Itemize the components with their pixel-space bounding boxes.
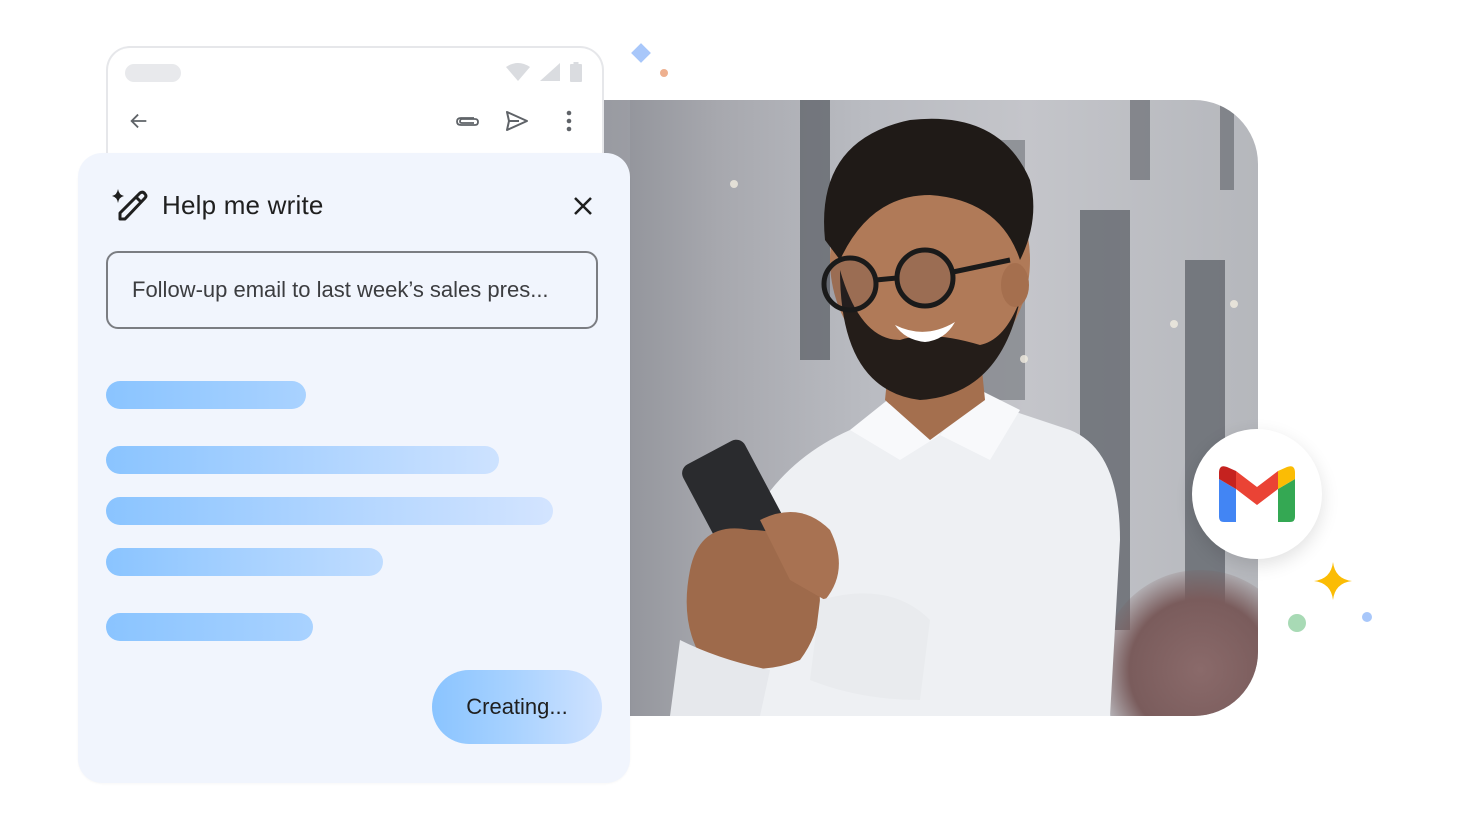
status-pill <box>125 64 181 82</box>
person-with-phone-illustration <box>670 118 1120 716</box>
dot-green <box>1288 614 1306 632</box>
dot-orange <box>660 69 668 77</box>
help-me-write-panel: Help me write Creating... <box>78 153 630 783</box>
gmail-logo-icon <box>1219 466 1295 522</box>
skeleton-line <box>106 381 306 409</box>
close-icon <box>574 197 592 215</box>
hero-photo <box>600 100 1258 716</box>
prompt-field[interactable] <box>106 251 598 329</box>
diamond-sparkle-icon <box>631 43 651 63</box>
gmail-badge <box>1192 429 1322 559</box>
four-point-star-icon <box>1314 562 1352 600</box>
panel-header: Help me write <box>110 187 600 223</box>
compose-toolbar <box>108 106 602 136</box>
arrow-left-icon <box>130 113 147 129</box>
attach-button[interactable] <box>452 106 482 136</box>
more-options-button[interactable] <box>554 106 584 136</box>
skeleton-line <box>106 548 383 576</box>
paperclip-icon <box>456 117 479 126</box>
battery-icon <box>570 62 582 82</box>
more-vertical-icon <box>566 110 572 132</box>
back-button[interactable] <box>124 106 154 136</box>
close-button[interactable] <box>566 189 600 223</box>
skeleton-line <box>106 446 499 474</box>
send-icon <box>506 111 528 131</box>
skeleton-line <box>106 613 313 641</box>
sparkle-pencil-icon <box>112 189 148 221</box>
dot-blue <box>1362 612 1372 622</box>
status-bar <box>506 62 582 82</box>
prompt-input[interactable] <box>130 276 574 304</box>
creating-button[interactable]: Creating... <box>432 670 602 744</box>
wifi-icon <box>506 63 530 81</box>
skeleton-line <box>106 497 553 525</box>
send-button[interactable] <box>502 106 532 136</box>
signal-icon <box>540 63 560 81</box>
panel-title: Help me write <box>162 189 324 220</box>
